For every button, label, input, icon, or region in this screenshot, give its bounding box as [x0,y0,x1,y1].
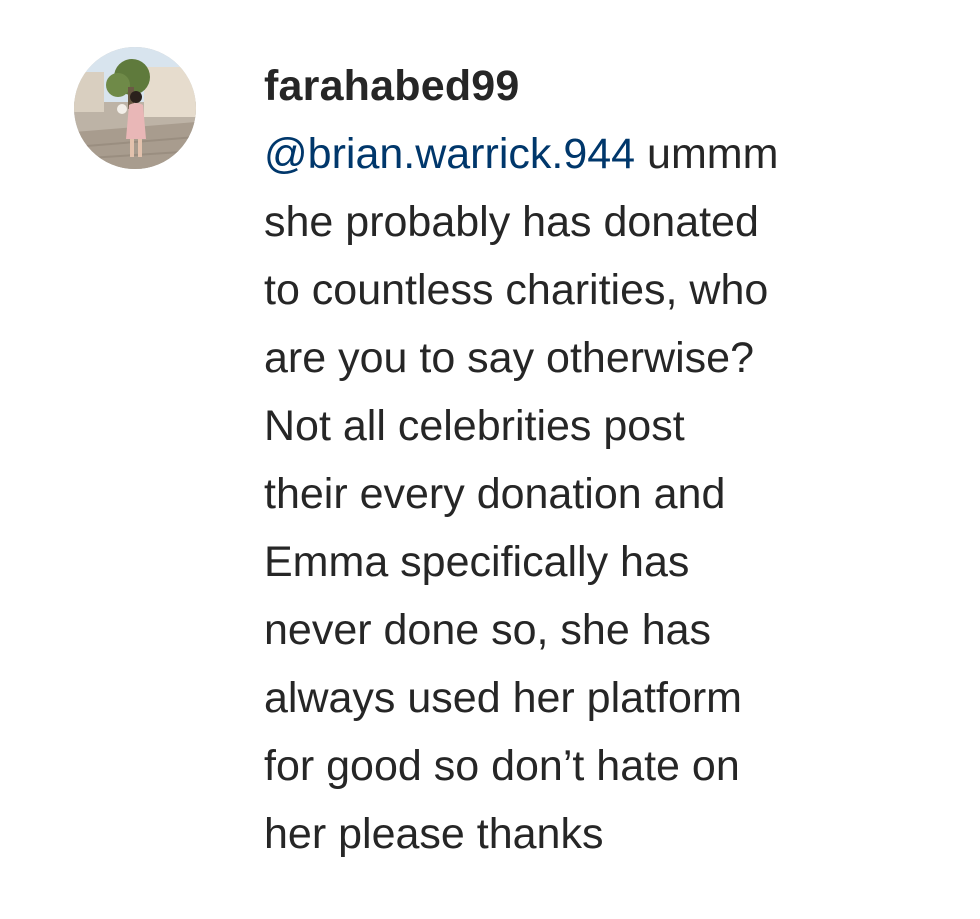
avatar[interactable] [74,47,196,169]
comment-line: are you to say otherwise? [264,334,754,382]
comment-line: always used her platform [264,674,742,722]
comment-line: Not all celebrities post [264,402,685,450]
comment-text: @brian.warrick.944 ummm she probably has… [264,120,964,868]
comment-line: she probably has donated [264,198,759,246]
comment: farahabed99 @brian.warrick.944 ummm she … [0,0,980,919]
comment-line: for good so don’t hate on [264,742,740,790]
comment-line-rest: ummm [635,130,779,178]
mention-link[interactable]: @brian.warrick.944 [264,130,635,178]
comment-line: their every donation and [264,470,726,518]
comment-line: to countless charities, who [264,266,769,314]
comment-body: farahabed99 @brian.warrick.944 ummm she … [264,52,964,868]
username[interactable]: farahabed99 [264,52,964,120]
comment-line: Emma specifically has [264,538,690,586]
comment-line: @brian.warrick.944 ummm [264,120,964,188]
comment-line: never done so, she has [264,606,712,654]
avatar-photo [74,47,196,169]
comment-line: her please thanks [264,810,604,858]
